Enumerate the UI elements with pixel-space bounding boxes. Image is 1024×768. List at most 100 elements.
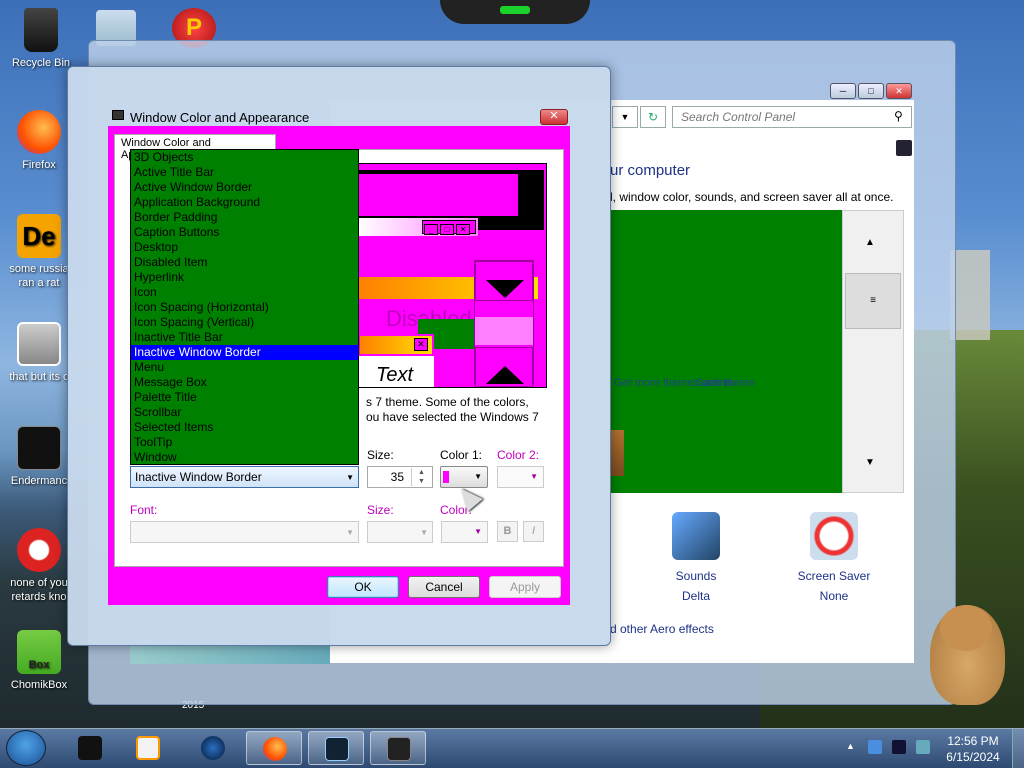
item-option[interactable]: Message Box <box>131 375 358 390</box>
chevron-down-icon: ▼ <box>474 472 482 481</box>
show-desktop-button[interactable] <box>1012 729 1024 768</box>
themes-scrollbar[interactable]: ▲ ≡ ▼ <box>842 210 904 493</box>
black-device-icon <box>78 736 102 760</box>
firefox-icon <box>263 737 287 761</box>
aero-effects-link[interactable]: d other Aero effects <box>610 622 714 636</box>
item-select[interactable]: Inactive Window Border ▼ <box>130 466 359 488</box>
font-size-select[interactable]: ▼ <box>367 521 433 543</box>
cancel-button[interactable]: Cancel <box>408 576 480 598</box>
item-option[interactable]: Disabled Item <box>131 255 358 270</box>
preview-message-text: Text <box>376 364 414 386</box>
address-dropdown-icon[interactable]: ▼ <box>612 106 638 128</box>
taskbar-app-2[interactable] <box>120 731 176 765</box>
item-option[interactable]: Window <box>131 450 358 464</box>
sounds-label: Sounds <box>675 569 717 583</box>
taskbar-firefox[interactable] <box>246 731 302 765</box>
tray-display-icon[interactable] <box>892 740 906 754</box>
bold-button[interactable]: B <box>497 521 518 542</box>
preview-minimize-icon: _ <box>424 224 438 235</box>
desktop-icon-recycle-bin[interactable]: Recycle Bin <box>2 8 80 70</box>
scroll-up-icon[interactable]: ▲ <box>865 237 875 248</box>
hamster-head <box>940 605 992 651</box>
sounds-icon <box>672 512 720 560</box>
item-option[interactable]: Icon Spacing (Horizontal) <box>131 300 358 315</box>
item-option[interactable]: 3D Objects <box>131 150 358 165</box>
desktop-icon-label: Endermanc <box>10 475 68 487</box>
scroll-thumb[interactable]: ≡ <box>845 273 901 329</box>
preview-caption-buttons: _ □ ✕ <box>422 220 476 235</box>
arrow-up-icon <box>486 366 524 384</box>
item-option[interactable]: Border Padding <box>131 210 358 225</box>
globe-icon <box>201 736 225 760</box>
item-option[interactable]: Active Title Bar <box>131 165 358 180</box>
item-option[interactable]: Palette Title <box>131 390 358 405</box>
taskbar-app-1[interactable] <box>62 731 118 765</box>
color2-picker[interactable]: ▼ <box>497 466 544 488</box>
control-panel-icon <box>325 737 349 761</box>
clock-time: 12:56 PM <box>947 734 999 748</box>
item-option[interactable]: Menu <box>131 360 358 375</box>
font-select[interactable]: ▼ <box>130 521 359 543</box>
taskbar-control-panel[interactable] <box>308 731 364 765</box>
font-color-picker[interactable]: ▼ <box>441 521 488 543</box>
item-option[interactable]: Application Background <box>131 195 358 210</box>
wallpaper-lighthouse <box>950 250 990 340</box>
tray-chevron-icon[interactable]: ▲ <box>846 741 855 751</box>
tab-window-color[interactable]: Window Color and Appearance <box>114 134 276 161</box>
taskbar-app-3[interactable] <box>185 731 241 765</box>
item-option[interactable]: Inactive Title Bar <box>131 330 358 345</box>
chevron-down-icon: ▼ <box>530 472 538 481</box>
item-dropdown-list[interactable]: 3D Objects Active Title Bar Active Window … <box>130 149 359 465</box>
appearance-preview[interactable]: _□✕ Disabled ✕ Text <box>357 163 547 388</box>
description-line-2: ou have selected the Windows 7 <box>366 410 539 424</box>
desktop-icon-label: Firefox <box>22 159 56 171</box>
desktop-background-thumbnail[interactable] <box>610 430 624 476</box>
sounds-item[interactable]: Sounds Delta <box>656 512 736 606</box>
gadget-light <box>500 6 530 14</box>
dialog-close-button[interactable]: ✕ <box>540 109 568 125</box>
help-icon[interactable] <box>896 140 912 156</box>
chomikbox-icon: Box <box>17 630 61 674</box>
description-line-1: s 7 theme. Some of the colors, <box>366 395 529 409</box>
enderman-icon <box>17 426 61 470</box>
scroll-down-icon[interactable]: ▼ <box>865 457 875 468</box>
desktop-icon-label: ChomikBox <box>10 679 68 691</box>
ok-button[interactable]: OK <box>327 576 399 598</box>
dragon-app-icon <box>17 528 61 572</box>
save-theme-link[interactable]: Save theme <box>696 377 755 389</box>
refresh-icon[interactable]: ↻ <box>640 106 666 128</box>
item-option[interactable]: Desktop <box>131 240 358 255</box>
maximize-button[interactable]: □ <box>858 83 884 99</box>
desktop-icon-label: none of you retards kno <box>10 577 68 603</box>
monitor-icon <box>112 110 124 120</box>
italic-button[interactable]: I <box>523 521 544 542</box>
preview-inactive-window-body <box>358 174 518 216</box>
item-option[interactable]: Scrollbar <box>131 405 358 420</box>
taskbar-clock[interactable]: 12:56 PM 6/15/2024 <box>944 733 1002 765</box>
desktop-icon-label: that but its c <box>9 371 69 383</box>
apply-button[interactable]: Apply <box>489 576 561 598</box>
color1-swatch <box>443 471 449 483</box>
font-label: Font: <box>130 503 158 517</box>
close-button[interactable]: ✕ <box>886 83 912 99</box>
taskbar-window-color[interactable] <box>370 731 426 765</box>
item-option[interactable]: Inactive Window Border <box>131 345 358 360</box>
item-option[interactable]: Active Window Border <box>131 180 358 195</box>
preview-maximize-icon: □ <box>440 224 454 235</box>
minimize-button[interactable]: ─ <box>830 83 856 99</box>
tray-network-icon[interactable] <box>868 740 882 754</box>
screen-saver-item[interactable]: Screen Saver None <box>792 512 876 606</box>
item-option[interactable]: Selected Items <box>131 420 358 435</box>
item-option[interactable]: Caption Buttons <box>131 225 358 240</box>
tray-volume-icon[interactable] <box>916 740 930 754</box>
size-spinner[interactable]: ▲ ▼ <box>411 468 431 486</box>
item-option[interactable]: Hyperlink <box>131 270 358 285</box>
themes-list[interactable] <box>610 210 842 493</box>
screen-saver-icon <box>810 512 858 560</box>
search-control-panel-input[interactable]: Search Control Panel <box>672 106 912 128</box>
item-option[interactable]: Icon <box>131 285 358 300</box>
item-option[interactable]: Icon Spacing (Vertical) <box>131 315 358 330</box>
start-button[interactable] <box>6 730 46 766</box>
recycle-bin-icon <box>24 8 58 52</box>
item-option[interactable]: ToolTip <box>131 435 358 450</box>
